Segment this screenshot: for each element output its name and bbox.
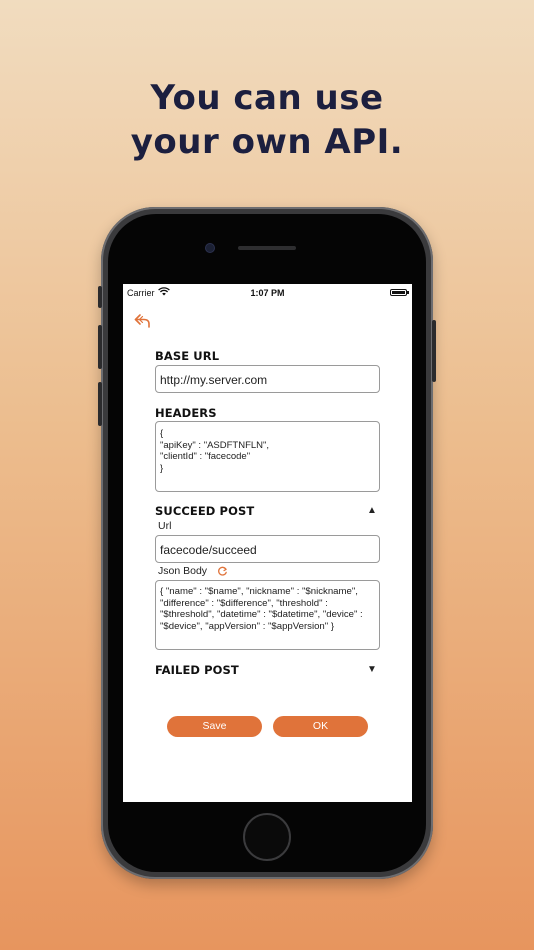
succeed-post-collapse-icon[interactable]: ▲ <box>367 505 377 516</box>
failed-post-expand-icon[interactable]: ▼ <box>367 664 377 675</box>
status-bar: Carrier 1:07 PM <box>123 284 412 302</box>
headers-label: HEADERS <box>155 406 217 420</box>
volume-up-button <box>98 325 102 369</box>
battery-icon <box>390 289 409 296</box>
json-body-textarea[interactable]: { "name" : "$name", "nickname" : "$nickn… <box>155 580 380 650</box>
headers-textarea[interactable]: { "apiKey" : "ASDFTNFLN", "clientId" : "… <box>155 421 380 492</box>
succeed-post-label: SUCCEED POST <box>155 504 255 518</box>
json-body-label: Json Body <box>158 565 208 577</box>
succeed-url-label: Url <box>158 520 172 532</box>
home-button[interactable] <box>243 813 291 861</box>
headline-line-2: your own API. <box>130 122 404 162</box>
power-button <box>432 320 436 382</box>
base-url-label: BASE URL <box>155 349 220 363</box>
speaker-grille <box>238 246 296 250</box>
headline: You can use your own API. <box>0 76 534 164</box>
front-camera <box>206 244 214 252</box>
volume-down-button <box>98 382 102 426</box>
mute-switch <box>98 286 102 308</box>
app-screen: Carrier 1:07 PM BASE URL http://my.serve… <box>123 284 412 802</box>
succeed-url-input[interactable]: facecode/succeed <box>155 535 380 563</box>
failed-post-label: FAILED POST <box>155 663 239 677</box>
save-button[interactable]: Save <box>167 716 262 737</box>
headline-line-1: You can use <box>150 78 384 118</box>
refresh-icon[interactable] <box>217 566 228 577</box>
base-url-input[interactable]: http://my.server.com <box>155 365 380 393</box>
back-arrow-icon[interactable] <box>133 311 153 331</box>
ok-button[interactable]: OK <box>273 716 368 737</box>
status-time: 1:07 PM <box>250 288 285 298</box>
